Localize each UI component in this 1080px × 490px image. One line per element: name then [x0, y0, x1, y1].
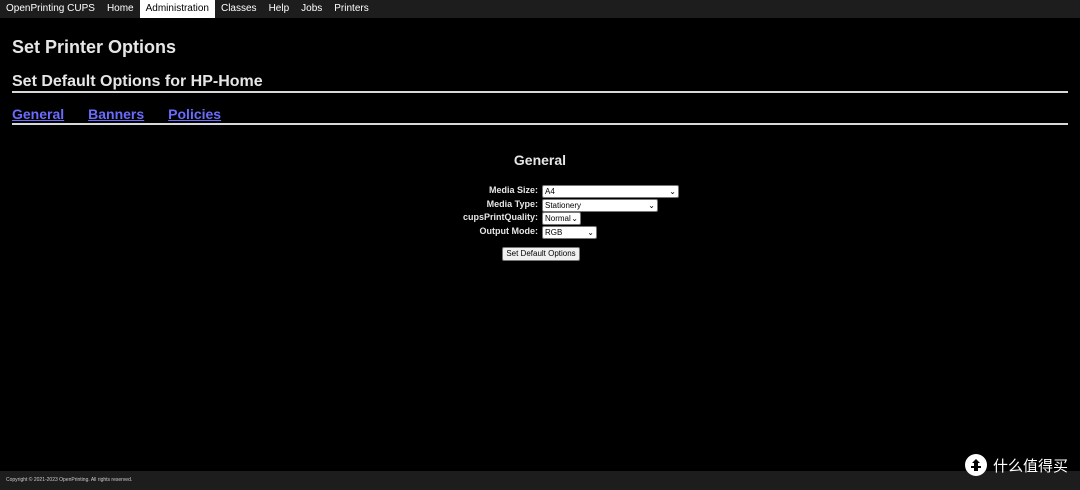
- media-type-value: Stationery: [545, 200, 582, 210]
- copyright-text: Copyright © 2021-2023 OpenPrinting. All …: [6, 477, 133, 483]
- divider: [12, 91, 1068, 93]
- nav-item-jobs[interactable]: Jobs: [295, 0, 328, 18]
- watermark-text: 什么值得买: [992, 456, 1068, 475]
- nav-item-home[interactable]: Home: [101, 0, 140, 18]
- media-type-label: Media Type:: [486, 198, 538, 209]
- nav-item-classes[interactable]: Classes: [215, 0, 263, 18]
- chevron-down-icon: ⌄: [587, 227, 594, 237]
- tab-banners[interactable]: Banners: [88, 106, 144, 122]
- options-form: Media Size: A4 ⌄ Media Type: Stationery …: [12, 184, 1068, 239]
- print-quality-label: cupsPrintQuality:: [462, 212, 538, 222]
- footer: Copyright © 2021-2023 OpenPrinting. All …: [0, 471, 1080, 490]
- set-default-options-button[interactable]: Set Default Options: [502, 247, 580, 261]
- media-size-row: Media Size: A4 ⌄: [12, 184, 1068, 198]
- page-title: Set Printer Options: [12, 37, 177, 57]
- chevron-down-icon: ⌄: [648, 200, 655, 210]
- top-nav: OpenPrinting CUPS Home Administration Cl…: [0, 0, 1080, 18]
- nav-item-printers[interactable]: Printers: [328, 0, 374, 18]
- nav-item-openprinting-cups[interactable]: OpenPrinting CUPS: [0, 0, 101, 18]
- media-size-label: Media Size:: [488, 185, 538, 195]
- print-quality-row: cupsPrintQuality: Normal ⌄: [12, 211, 1068, 225]
- option-tabs: General Banners Policies: [12, 106, 221, 122]
- output-mode-label: Output Mode:: [479, 225, 538, 236]
- print-quality-value: Normal: [545, 214, 571, 223]
- chevron-down-icon: ⌄: [571, 214, 578, 223]
- nav-item-administration[interactable]: Administration: [139, 0, 215, 18]
- divider: [12, 123, 1068, 125]
- media-type-select[interactable]: Stationery ⌄: [542, 198, 658, 212]
- nav-item-help[interactable]: Help: [263, 0, 296, 18]
- section-title: General: [513, 152, 567, 168]
- tab-general[interactable]: General: [12, 106, 64, 122]
- output-mode-row: Output Mode: RGB ⌄: [12, 225, 1068, 239]
- media-size-select[interactable]: A4 ⌄: [542, 185, 679, 198]
- print-quality-select[interactable]: Normal ⌄: [542, 212, 581, 225]
- smzdm-logo-icon: [964, 454, 987, 476]
- media-size-value: A4: [545, 187, 555, 196]
- chevron-down-icon: ⌄: [669, 187, 676, 196]
- output-mode-value: RGB: [545, 227, 563, 237]
- media-type-row: Media Type: Stationery ⌄: [12, 198, 1068, 212]
- tab-policies[interactable]: Policies: [168, 106, 221, 122]
- page-subtitle: Set Default Options for HP-Home: [12, 73, 263, 90]
- watermark: 什么值得买: [964, 454, 1068, 476]
- output-mode-select[interactable]: RGB ⌄: [542, 225, 597, 239]
